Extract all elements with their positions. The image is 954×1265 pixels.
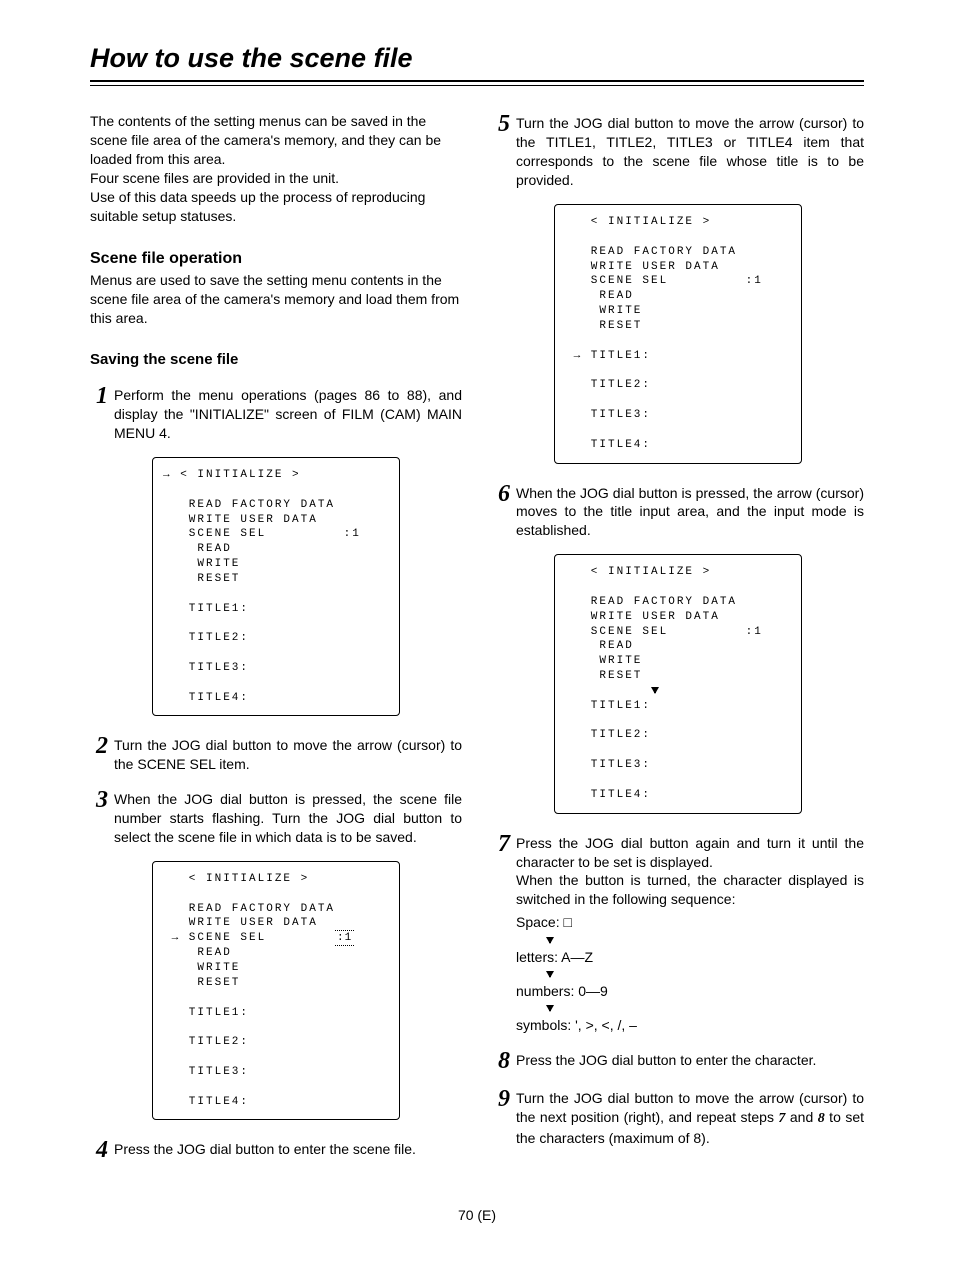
step-number-1: 1: [90, 384, 114, 408]
step-6-body: When the JOG dial button is pressed, the…: [516, 482, 864, 541]
saving-scene-file-heading: Saving the scene file: [90, 350, 462, 370]
step-3-body: When the JOG dial button is pressed, the…: [114, 788, 462, 847]
screen3-post: READ WRITE RESET TITLE1: TITLE2: TITLE3:…: [163, 947, 249, 1107]
step-7-text-a: Press the JOG dial button again and turn…: [516, 835, 864, 870]
step-5-body: Turn the JOG dial button to move the arr…: [516, 112, 864, 190]
right-column: 5 Turn the JOG dial button to move the a…: [492, 112, 864, 1176]
step-number-2: 2: [90, 734, 114, 758]
initialize-screen-3: < INITIALIZE > READ FACTORY DATA WRITE U…: [152, 861, 400, 1121]
initialize-screen-6: < INITIALIZE > READ FACTORY DATA WRITE U…: [554, 554, 802, 814]
step-2-body: Turn the JOG dial button to move the arr…: [114, 734, 462, 774]
step-number-7: 7: [492, 832, 516, 856]
screen6-a: < INITIALIZE > READ FACTORY DATA WRITE U…: [565, 566, 763, 682]
screen3-pre: < INITIALIZE > READ FACTORY DATA WRITE U…: [163, 873, 335, 944]
intro-block: The contents of the setting menus can be…: [90, 112, 462, 225]
initialize-screen-1: → < INITIALIZE > READ FACTORY DATA WRITE…: [152, 457, 400, 717]
page-number: 70 (E): [90, 1206, 864, 1225]
step-number-3: 3: [90, 788, 114, 812]
down-arrow-icon: [546, 931, 554, 947]
seq-letters: letters: A—Z: [516, 948, 864, 967]
down-arrow-icon: [651, 685, 659, 697]
step-9: 9 Turn the JOG dial button to move the a…: [492, 1087, 864, 1148]
screen3-blink-value: :1: [335, 930, 354, 946]
page-title: How to use the scene file: [90, 40, 864, 76]
step-4: 4 Press the JOG dial button to enter the…: [90, 1138, 462, 1162]
scene-file-operation-heading: Scene file operation: [90, 248, 462, 270]
intro-p3: Use of this data speeds up the process o…: [90, 188, 462, 226]
left-column: The contents of the setting menus can be…: [90, 112, 462, 1176]
step-6: 6 When the JOG dial button is pressed, t…: [492, 482, 864, 541]
screen6-b: TITLE1: TITLE2: TITLE3: TITLE4:: [565, 700, 651, 801]
intro-p1: The contents of the setting menus can be…: [90, 112, 462, 169]
content-columns: The contents of the setting menus can be…: [90, 112, 864, 1176]
step-7-text-b: When the button is turned, the character…: [516, 872, 864, 907]
down-arrow-icon: [546, 965, 554, 981]
step-7: 7 Press the JOG dial button again and tu…: [492, 832, 864, 1035]
step-number-5: 5: [492, 112, 516, 136]
step-number-4: 4: [90, 1138, 114, 1162]
step-number-9: 9: [492, 1087, 516, 1111]
seq-symbols: symbols: ', >, <, /, –: [516, 1016, 864, 1035]
step-1: 1 Perform the menu operations (pages 86 …: [90, 384, 462, 443]
step-2: 2 Turn the JOG dial button to move the a…: [90, 734, 462, 774]
step-3: 3 When the JOG dial button is pressed, t…: [90, 788, 462, 847]
title-rule: [90, 80, 864, 86]
step-number-8: 8: [492, 1049, 516, 1073]
step-8: 8 Press the JOG dial button to enter the…: [492, 1049, 864, 1073]
step-9-body: Turn the JOG dial button to move the arr…: [516, 1087, 864, 1148]
step-9-text-b: and: [785, 1109, 817, 1125]
seq-numbers: numbers: 0—9: [516, 982, 864, 1001]
seq-space: Space: □: [516, 913, 864, 932]
down-arrow-icon: [546, 1000, 554, 1016]
step-5: 5 Turn the JOG dial button to move the a…: [492, 112, 864, 190]
intro-p2: Four scene files are provided in the uni…: [90, 169, 462, 188]
step-4-body: Press the JOG dial button to enter the s…: [114, 1138, 462, 1159]
step-1-body: Perform the menu operations (pages 86 to…: [114, 384, 462, 443]
step-9-ref-8: 8: [818, 1111, 825, 1126]
scene-file-operation-body: Menus are used to save the setting menu …: [90, 271, 462, 328]
step-number-6: 6: [492, 482, 516, 506]
step-8-body: Press the JOG dial button to enter the c…: [516, 1049, 864, 1070]
step-7-body: Press the JOG dial button again and turn…: [516, 832, 864, 1035]
initialize-screen-5: < INITIALIZE > READ FACTORY DATA WRITE U…: [554, 204, 802, 464]
